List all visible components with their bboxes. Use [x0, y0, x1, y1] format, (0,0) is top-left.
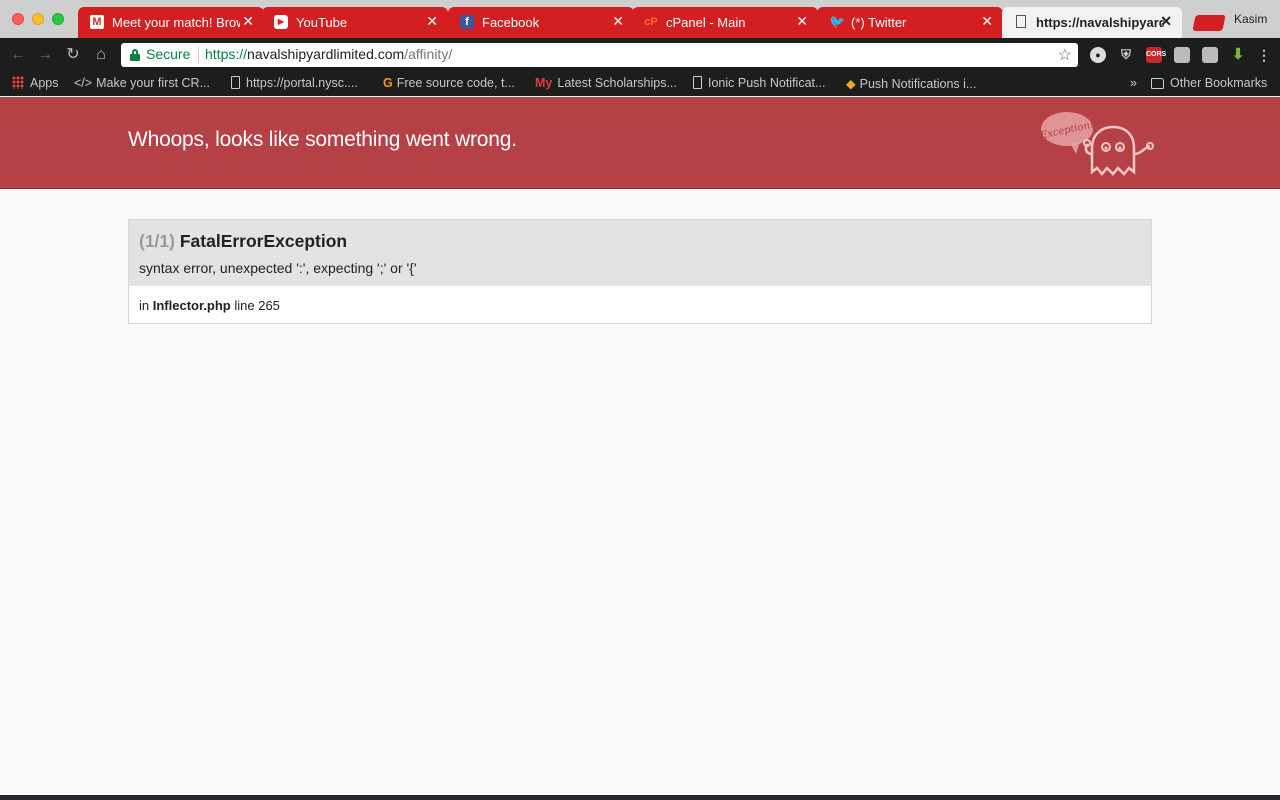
close-tab-icon[interactable]: ✕: [612, 14, 624, 28]
bookmark-star-icon[interactable]: ☆: [1058, 45, 1072, 65]
tab-title: https://navalshipyardlimited.com: [1036, 15, 1164, 30]
tab-youtube[interactable]: ▶ YouTube ✕: [262, 7, 448, 38]
bookmarks-bar: Apps </> Make your first CR... https://po…: [0, 72, 1280, 96]
bookmark-label: Make your first CR...: [96, 76, 210, 90]
omnibox-separator: [198, 47, 199, 63]
menu-kebab-icon[interactable]: ⋮: [1256, 47, 1272, 63]
tab-title: (*) Twitter: [851, 15, 907, 30]
url-scheme: https://: [205, 46, 248, 62]
pocket-icon[interactable]: [1174, 47, 1190, 63]
cors-extension-icon[interactable]: CORS: [1146, 47, 1166, 63]
tag-icon: ◆: [846, 77, 856, 91]
close-tab-icon[interactable]: ✕: [1160, 14, 1172, 28]
bookmark-label: Free source code, t...: [396, 76, 515, 90]
youtube-icon: ▶: [274, 15, 288, 29]
url-text[interactable]: https://navalshipyardlimited.com/affinit…: [205, 46, 452, 62]
shield-icon[interactable]: ⛨: [1118, 47, 1134, 63]
ghost-exception-icon: Exception!: [1038, 110, 1155, 180]
exception-type: FatalErrorException: [179, 231, 348, 251]
back-arrow-icon[interactable]: ←: [8, 45, 28, 65]
bookmark-label: https://portal.nysc....: [246, 76, 358, 90]
close-tab-icon[interactable]: ✕: [981, 14, 993, 28]
desktop-edge: [0, 795, 1280, 800]
trace-file: Inflector.php: [152, 298, 231, 313]
close-tab-icon[interactable]: ✕: [242, 14, 254, 28]
tab-strip: M Meet your match! Browse ✕ ▶ YouTube ✕ …: [0, 0, 1280, 38]
bookmark-label: Apps: [30, 76, 59, 90]
tab-title: Meet your match! Browse: [112, 15, 240, 30]
bookmark-item[interactable]: G Free source code, t...: [383, 76, 515, 90]
tab-title: Facebook: [482, 15, 540, 30]
forward-arrow-icon[interactable]: →: [35, 45, 55, 65]
download-arrow-icon[interactable]: ⬇: [1230, 47, 1246, 63]
exception-message: syntax error, unexpected ':', expecting …: [139, 260, 417, 276]
extension-window-icon[interactable]: [1202, 47, 1218, 63]
bookmark-label: Ionic Push Notificat...: [708, 76, 826, 90]
bookmark-item[interactable]: Ionic Push Notificat...: [693, 76, 825, 90]
url-host: navalshipyardlimited.com: [247, 46, 405, 62]
profile-name[interactable]: Kasim: [1234, 12, 1267, 26]
tab-title: cPanel - Main: [666, 15, 746, 30]
tab-facebook[interactable]: f Facebook ✕: [448, 7, 634, 38]
bookmark-item[interactable]: ◆ Push Notifications i...: [846, 76, 976, 91]
new-tab-button[interactable]: [1192, 15, 1226, 31]
bookmark-label: Latest Scholarships...: [557, 76, 677, 90]
twitter-icon: 🐦: [829, 14, 846, 29]
reload-icon[interactable]: ↻: [63, 45, 83, 65]
bookmarks-overflow-chevron-icon[interactable]: »: [1130, 76, 1137, 90]
lock-icon: [130, 49, 140, 61]
url-path: /affinity/: [404, 46, 453, 62]
exception-title: (1/1) FatalErrorException: [139, 231, 347, 252]
minimize-window-button[interactable]: [32, 13, 44, 25]
address-bar[interactable]: Secure https://navalshipyardlimited.com/…: [121, 43, 1078, 67]
document-icon: [231, 76, 240, 89]
other-bookmarks[interactable]: Other Bookmarks: [1151, 76, 1267, 90]
bookmark-label: Push Notifications i...: [859, 77, 977, 91]
bookmark-apps[interactable]: Apps: [12, 76, 59, 90]
browser-toolbar: ← → ↻ ⌂ Secure https://navalshipyardlimi…: [0, 38, 1280, 72]
security-indicator[interactable]: Secure: [146, 46, 190, 62]
exception-count: (1/1): [139, 231, 175, 251]
zoom-window-button[interactable]: [52, 13, 64, 25]
document-icon: [1016, 15, 1026, 28]
exception-panel: (1/1) FatalErrorException syntax error, …: [128, 219, 1152, 324]
tab-gmail[interactable]: M Meet your match! Browse ✕: [78, 7, 264, 38]
exception-trace: in Inflector.php line 265: [139, 298, 280, 313]
extension-circle-icon[interactable]: ●: [1090, 47, 1106, 63]
tab-navalshipyard[interactable]: https://navalshipyardlimited.com ✕: [1002, 7, 1182, 38]
bookmark-item[interactable]: https://portal.nysc....: [231, 76, 358, 90]
exception-header: (1/1) FatalErrorException syntax error, …: [129, 220, 1151, 286]
trace-line: line 265: [234, 298, 280, 313]
close-tab-icon[interactable]: ✕: [796, 14, 808, 28]
tab-twitter[interactable]: 🐦 (*) Twitter ✕: [817, 7, 1003, 38]
gmail-icon: M: [90, 15, 104, 29]
facebook-icon: f: [460, 15, 474, 29]
folder-icon: [1151, 78, 1164, 89]
document-icon: [693, 76, 702, 89]
myschool-icon: My: [535, 76, 553, 90]
tab-cpanel[interactable]: cP cPanel - Main ✕: [632, 7, 818, 38]
page-title: Whoops, looks like something went wrong.: [128, 128, 517, 151]
tab-title: YouTube: [296, 15, 348, 30]
close-tab-icon[interactable]: ✕: [426, 14, 438, 28]
home-icon[interactable]: ⌂: [91, 45, 111, 65]
bookmark-item[interactable]: My Latest Scholarships...: [535, 76, 677, 90]
sourcecode-icon: G: [383, 76, 393, 90]
bookmark-item[interactable]: </> Make your first CR...: [74, 76, 210, 90]
code-icon: </>: [74, 76, 93, 90]
close-window-button[interactable]: [12, 13, 24, 25]
apps-grid-icon: [12, 76, 24, 89]
bookmark-label: Other Bookmarks: [1170, 76, 1268, 90]
trace-prefix: in: [139, 298, 150, 313]
cpanel-icon: cP: [644, 16, 658, 28]
